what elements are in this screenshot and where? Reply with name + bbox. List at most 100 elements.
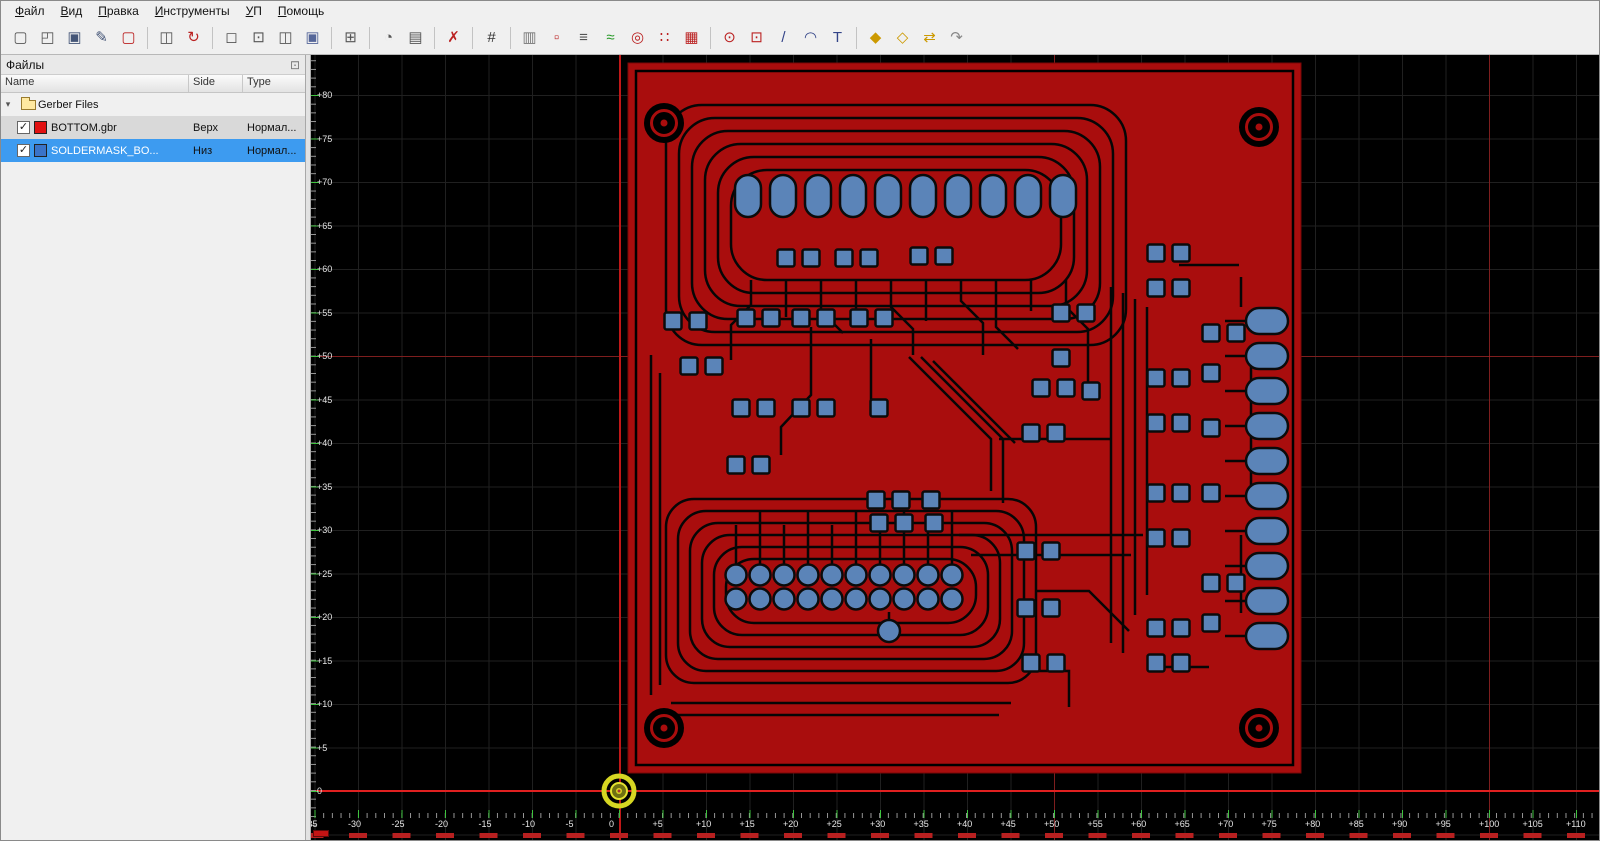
toolbar-separator [472,26,473,49]
h-ruler-label: +65 [1174,819,1190,829]
key-icon[interactable]: ◆ [863,25,888,50]
h-ruler-label: +20 [783,819,799,829]
axis-x0-line [619,55,621,840]
h-ruler-label: -15 [478,819,492,829]
new-file-icon[interactable]: ▢ [8,25,33,50]
open-folder-icon[interactable]: ◰ [35,25,60,50]
v-ruler-label: +55 [317,307,333,318]
file-side: Низ [193,144,213,157]
pcb-canvas[interactable]: +80 +75 +70 +65 +60 +55 +50 +45 +40 +35 +30 +25 +20 +… [311,55,1599,840]
polyline-icon[interactable]: ≈ [598,25,623,50]
v-ruler-label: +30 [317,525,333,535]
board-outline-icon[interactable]: ▫ [544,25,569,50]
file-type: Нормал... [247,121,297,134]
menu-помощь[interactable]: Помощь [270,2,332,20]
v-ruler-label: +5 [317,742,328,753]
h-ruler-label: +110 [1566,819,1586,829]
rotate-selection-icon[interactable]: ↷ [944,25,969,50]
v-ruler-label: +40 [317,438,333,448]
v-ruler-label: +25 [317,568,333,579]
measure-region-icon[interactable]: ◫ [273,25,298,50]
tree-root-row[interactable]: ▾ Gerber Files [1,93,305,116]
menu-файл[interactable]: Файл [7,2,53,20]
menu-правка[interactable]: Правка [90,2,147,20]
file-type: Нормал... [247,144,297,157]
layer-visibility-checkbox[interactable]: ✓ [17,121,30,134]
save-as-icon[interactable]: ✎ [89,25,114,50]
layers-list-icon[interactable]: ≡ [571,25,596,50]
v-ruler-label: +80 [317,90,333,100]
copper-layer-icon[interactable]: ▥ [517,25,542,50]
horizontal-ruler-ticks [311,810,1599,818]
v-ruler-label: +15 [317,655,333,666]
menu-вид[interactable]: Вид [53,2,91,20]
transform-selection-icon[interactable]: ⊡ [246,25,271,50]
select-rect-icon[interactable]: ◻ [219,25,244,50]
file-row[interactable]: ✓ BOTTOM.gbr Верх Нормал... [1,116,305,139]
drill-map-icon[interactable]: # [479,25,504,50]
column-type[interactable]: Type [243,75,305,92]
horizontal-ruler: -35 -30 -25 -20 -15 -10 -5 0 +5 +10 +15 +20 +25 +30 +3… [311,808,1599,840]
file-name: BOTTOM.gbr [51,121,117,134]
column-name[interactable]: Name [1,75,189,92]
key-export-icon[interactable]: ◇ [890,25,915,50]
layer-visibility-checkbox[interactable]: ✓ [17,144,30,157]
toolbar-separator [856,26,857,49]
toolbar-separator [510,26,511,49]
panelize-icon[interactable]: ⊞ [338,25,363,50]
layer-color-swatch[interactable] [34,121,47,134]
aperture-icon[interactable]: ∷ [652,25,677,50]
panel-menu-icon[interactable]: ⊡ [290,58,300,72]
fill-region-icon[interactable]: ▣ [300,25,325,50]
menu-инструменты[interactable]: Инструменты [147,2,238,20]
menu-уп[interactable]: УП [238,2,270,20]
draw-text-icon[interactable]: T [825,25,850,50]
h-ruler-label: -10 [522,819,536,829]
h-ruler-label: +75 [1261,819,1277,829]
delete-nodes-icon[interactable]: ✗ [441,25,466,50]
export-icon[interactable]: ◫ [154,25,179,50]
draw-line-icon[interactable]: / [771,25,796,50]
file-name: SOLDERMASK_BO... [51,144,159,157]
simulate-icon[interactable]: ◔ [376,25,401,50]
canvas-grid [311,55,1599,840]
toolbar: ▢ ◰ ▣ ✎ ▢ ◫ ↻ ◻ ⊡ ◫ ▣ ⊞ ◔ ▤ ✗ # ▥ ▫ ≡ ≈ ◎ ∷ ▦ ⊙ ⊡ / ◠ T ◆ ◇ ⇄ ↷ [1,21,1599,55]
save-icon[interactable]: ▣ [62,25,87,50]
toolbar-separator [434,26,435,49]
tree-expander-icon[interactable]: ▾ [1,99,15,110]
files-panel: Файлы ⊡ Name Side Type ▾ Gerber Files ✓ BOT… [1,55,306,840]
tree-root-label: Gerber Files [38,98,99,111]
draw-arc-icon[interactable]: ◠ [798,25,823,50]
h-ruler-label: +30 [870,819,886,829]
h-ruler-label: +90 [1392,819,1408,829]
column-side[interactable]: Side [189,75,243,92]
v-ruler-label: +75 [317,133,333,144]
h-ruler-label: +15 [739,819,755,829]
ruler-origin-box [313,830,329,837]
key-merge-icon[interactable]: ⇄ [917,25,942,50]
h-ruler-label: +10 [696,819,712,829]
h-ruler-label: -5 [565,819,574,829]
file-side: Верх [193,121,218,134]
reload-file-icon[interactable]: ↻ [181,25,206,50]
main-area: Файлы ⊡ Name Side Type ▾ Gerber Files ✓ BOT… [1,55,1599,840]
flash-donut-icon[interactable]: ◎ [625,25,650,50]
layer-color-swatch[interactable] [34,144,47,157]
folder-icon [21,96,36,110]
h-ruler-label: +45 [1000,819,1016,829]
h-ruler-label: +105 [1522,819,1543,829]
h-ruler-label: +5 [652,819,663,829]
h-ruler-label: +50 [1044,819,1060,829]
v-ruler-label: +45 [317,394,333,405]
h-ruler-label: +40 [957,819,973,829]
raster-grid-icon[interactable]: ▦ [679,25,704,50]
v-ruler-label: +60 [317,264,333,274]
file-row[interactable]: ✓ SOLDERMASK_BO... Низ Нормал... [1,139,305,162]
h-ruler-label: +25 [826,819,842,829]
h-ruler-label: -35 [311,819,318,829]
h-ruler-label: -25 [391,819,405,829]
report-icon[interactable]: ▤ [403,25,428,50]
draw-pad-icon[interactable]: ⊡ [744,25,769,50]
close-file-icon[interactable]: ▢ [116,25,141,50]
draw-circle-icon[interactable]: ⊙ [717,25,742,50]
